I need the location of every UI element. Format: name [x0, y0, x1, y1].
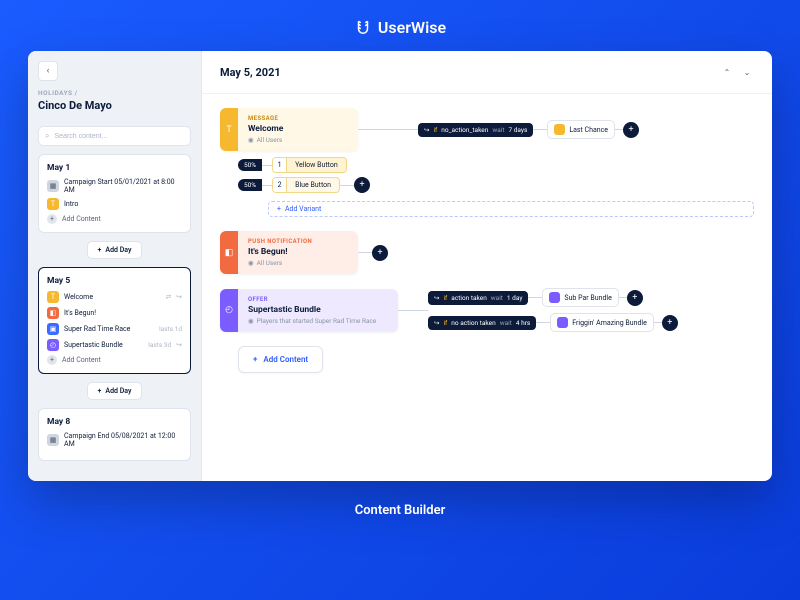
variants-list: 50% 1Yellow Button 50% 2Blue Button + +A… — [238, 157, 754, 217]
branch-icon: ↪ — [434, 294, 439, 302]
message-icon: T — [220, 108, 238, 151]
variant-row[interactable]: 50% 2Blue Button + — [238, 177, 754, 193]
flow-offer: ◴ OFFER Supertastic Bundle ◉Players that… — [220, 288, 754, 332]
offer-icon — [557, 317, 568, 328]
list-item[interactable]: ▦Campaign End 05/08/2021 at 12:00 AM — [47, 432, 182, 448]
arrow-icon: ↪ — [176, 341, 182, 349]
campaign-title: Cinco De Mayo — [38, 99, 191, 112]
brand-logo: UserWise — [354, 18, 446, 37]
arrow-icon: ↪ — [176, 293, 182, 301]
app-window: ‹ HOLIDAYS / Cinco De Mayo ⌕ May 1 ▦Camp… — [28, 51, 772, 481]
offer-icon: ◴ — [220, 289, 238, 332]
calendar-icon: ▦ — [47, 434, 59, 446]
day-card-may5[interactable]: May 5 TWelcome⇄↪ ◧It's Begun! ▣Super Rad… — [38, 267, 191, 374]
event-icon: ▣ — [47, 323, 59, 335]
branch-icon: ↪ — [424, 126, 429, 134]
brand-text: UserWise — [378, 18, 446, 37]
condition-node[interactable]: ↪ifno_action_takenwait7 days — [418, 123, 533, 137]
users-icon: ◉ — [248, 136, 254, 144]
back-button[interactable]: ‹ — [38, 61, 58, 81]
sidebar: ‹ HOLIDAYS / Cinco De Mayo ⌕ May 1 ▦Camp… — [28, 51, 202, 481]
message-card[interactable]: T MESSAGE Welcome ◉All Users — [220, 108, 358, 151]
share-icon: ⇄ — [166, 293, 171, 301]
add-variant-button[interactable]: +Add Variant — [268, 201, 754, 217]
add-day-button[interactable]: +Add Day — [87, 382, 143, 400]
add-node-button[interactable]: + — [372, 245, 388, 261]
day-card-may1[interactable]: May 1 ▦Campaign Start 05/01/2021 at 8:00… — [38, 154, 191, 233]
list-item[interactable]: TWelcome⇄↪ — [47, 291, 182, 303]
branch-icon: ↪ — [434, 319, 439, 327]
condition-node[interactable]: ↪ifaction takenwait1 day — [428, 291, 528, 305]
list-item[interactable]: ◧It's Begun! — [47, 307, 182, 319]
offer-card[interactable]: ◴ OFFER Supertastic Bundle ◉Players that… — [220, 289, 398, 332]
day-card-may8[interactable]: May 8 ▦Campaign End 05/08/2021 at 12:00 … — [38, 408, 191, 461]
users-icon: ◉ — [248, 259, 254, 267]
add-day-button[interactable]: +Add Day — [87, 241, 143, 259]
add-content-button[interactable]: +Add Content — [47, 214, 182, 224]
next-card[interactable]: Friggin' Amazing Bundle — [550, 313, 654, 332]
next-day-button[interactable]: ⌄ — [740, 65, 754, 79]
flow-canvas: T MESSAGE Welcome ◉All Users ↪ifno_actio… — [202, 94, 772, 481]
footer-label: Content Builder — [355, 503, 446, 518]
push-icon: ◧ — [47, 307, 59, 319]
flow-push: ◧ PUSH NOTIFICATION It's Begun! ◉All Use… — [220, 231, 754, 274]
add-content-button[interactable]: +Add Content — [47, 355, 182, 365]
search-icon: ⌕ — [45, 131, 49, 141]
offer-icon: ◴ — [47, 339, 59, 351]
list-item[interactable]: ▦Campaign Start 05/01/2021 at 8:00 AM — [47, 178, 182, 194]
main-header: May 5, 2021 ⌃ ⌄ — [202, 51, 772, 94]
next-card[interactable]: Sub Par Bundle — [542, 288, 618, 307]
day-title: May 5 — [47, 276, 182, 286]
message-icon: T — [47, 291, 59, 303]
breadcrumb: HOLIDAYS / — [38, 89, 191, 97]
plus-icon: + — [253, 355, 257, 364]
offer-icon — [549, 292, 560, 303]
calendar-icon: ▦ — [47, 180, 59, 192]
condition-node[interactable]: ↪ifno action takenwait4 hrs — [428, 316, 536, 330]
push-card[interactable]: ◧ PUSH NOTIFICATION It's Begun! ◉All Use… — [220, 231, 358, 274]
list-item[interactable]: ◴Supertastic Bundlelasts 3d↪ — [47, 339, 182, 351]
message-icon: T — [47, 198, 59, 210]
main-panel: May 5, 2021 ⌃ ⌄ T MESSAGE Welcome — [202, 51, 772, 481]
search-input[interactable] — [54, 133, 184, 140]
add-content-button[interactable]: + Add Content — [238, 346, 323, 373]
list-item[interactable]: ▣Super Rad Time Racelasts 1d — [47, 323, 182, 335]
day-title: May 8 — [47, 417, 182, 427]
page-title: May 5, 2021 — [220, 66, 281, 79]
message-icon — [554, 124, 565, 135]
next-card[interactable]: Last Chance — [547, 120, 615, 139]
push-icon: ◧ — [220, 231, 238, 274]
list-item[interactable]: TIntro — [47, 198, 182, 210]
add-node-button[interactable]: + — [627, 290, 643, 306]
variant-row[interactable]: 50% 1Yellow Button — [238, 157, 754, 173]
add-node-button[interactable]: + — [623, 122, 639, 138]
day-title: May 1 — [47, 163, 182, 173]
flow-message: T MESSAGE Welcome ◉All Users ↪ifno_actio… — [220, 108, 754, 217]
users-icon: ◉ — [248, 317, 254, 325]
search-input-wrap[interactable]: ⌕ — [38, 126, 191, 146]
add-node-button[interactable]: + — [662, 315, 678, 331]
prev-day-button[interactable]: ⌃ — [720, 65, 734, 79]
add-node-button[interactable]: + — [354, 177, 370, 193]
